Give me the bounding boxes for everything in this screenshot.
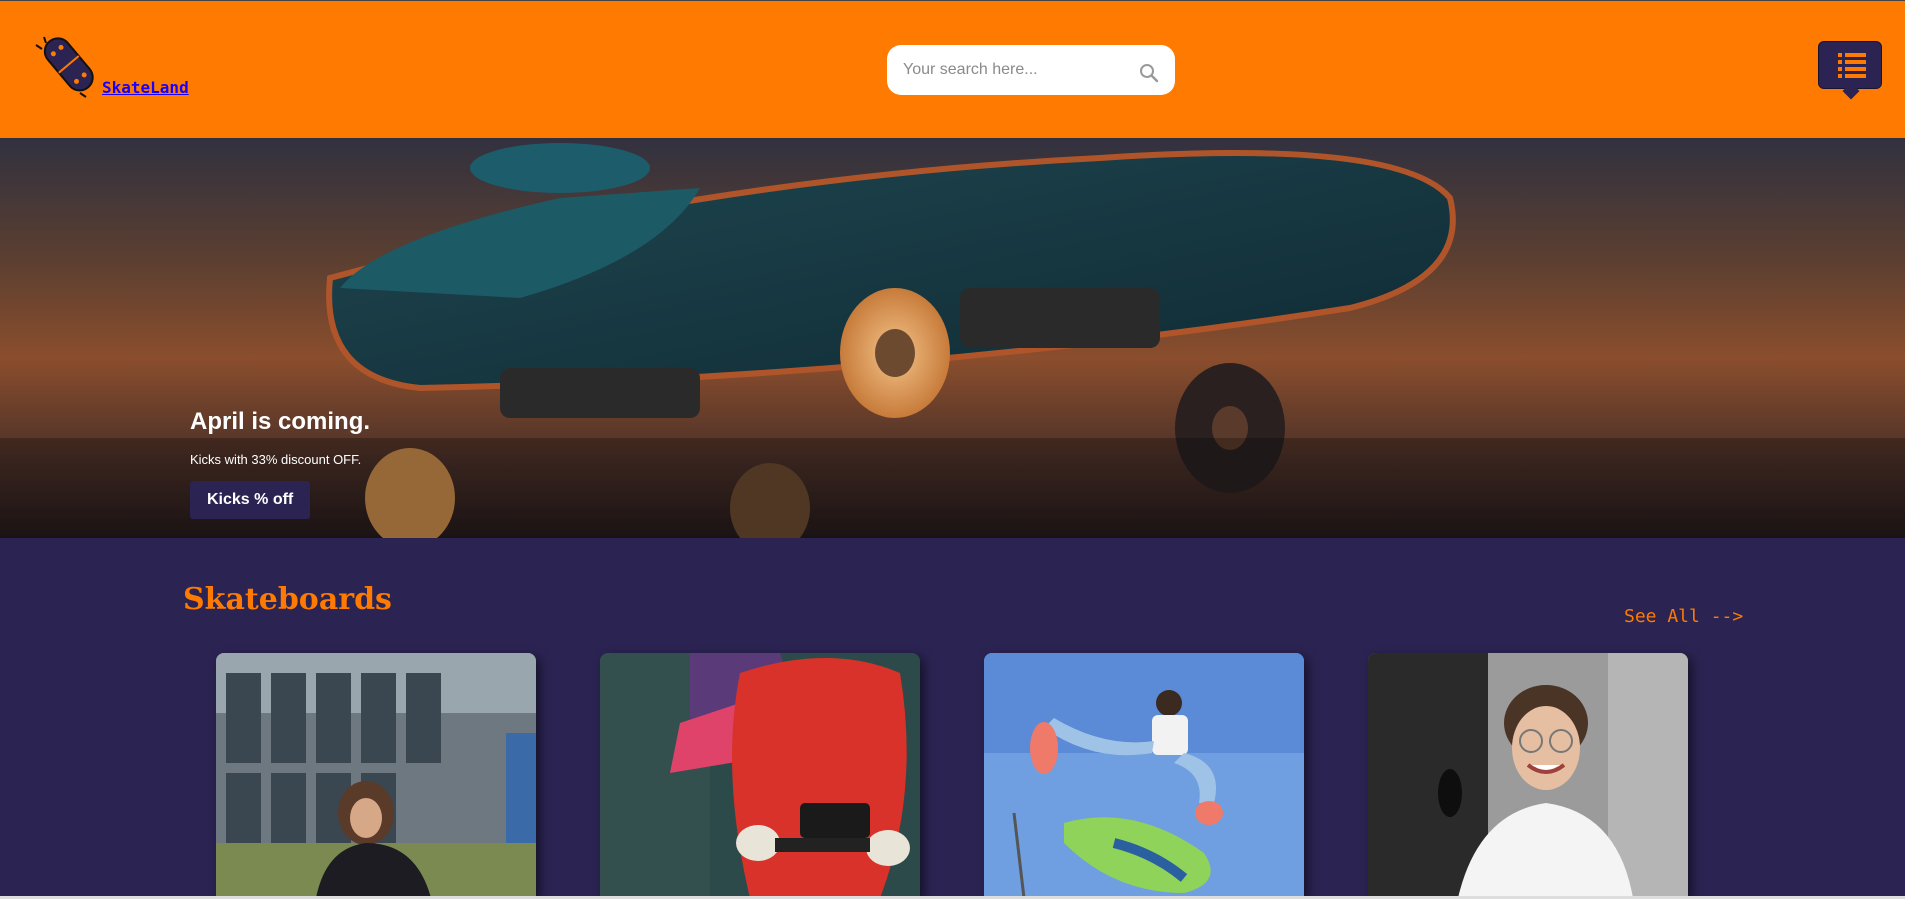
skater-jump-blue-sky-image (984, 653, 1304, 898)
menu-button-tail (1842, 82, 1860, 100)
product-card[interactable] (984, 653, 1304, 898)
hero-subtitle: Kicks with 33% discount OFF. (190, 452, 362, 467)
list-icon (1838, 53, 1866, 78)
search-icon[interactable] (1139, 63, 1159, 83)
smiling-young-man-image (1368, 653, 1688, 898)
red-skateboard-closeup-image (600, 653, 920, 898)
kicks-off-button[interactable]: Kicks % off (190, 481, 311, 519)
hero-title: April is coming. (190, 408, 371, 435)
skater-sitting-building-image (216, 653, 536, 898)
hero-text: April is coming. Kicks with 33% discount… (190, 408, 370, 519)
logo-text[interactable]: SkateLand (102, 78, 189, 97)
product-card[interactable] (600, 653, 920, 898)
site-header: SkateLand (0, 0, 1905, 138)
search-input[interactable] (903, 61, 1139, 79)
hero-banner: April is coming. Kicks with 33% discount… (0, 138, 1905, 538)
logo[interactable]: SkateLand (28, 31, 189, 103)
search-bar (887, 45, 1175, 95)
product-card[interactable] (1368, 653, 1688, 898)
skateboard-logo-icon (35, 36, 94, 98)
menu-button[interactable] (1818, 41, 1882, 100)
product-card[interactable] (216, 653, 536, 898)
section-title: Skateboards (183, 582, 392, 617)
see-all-link[interactable]: See All --> (1624, 606, 1743, 627)
